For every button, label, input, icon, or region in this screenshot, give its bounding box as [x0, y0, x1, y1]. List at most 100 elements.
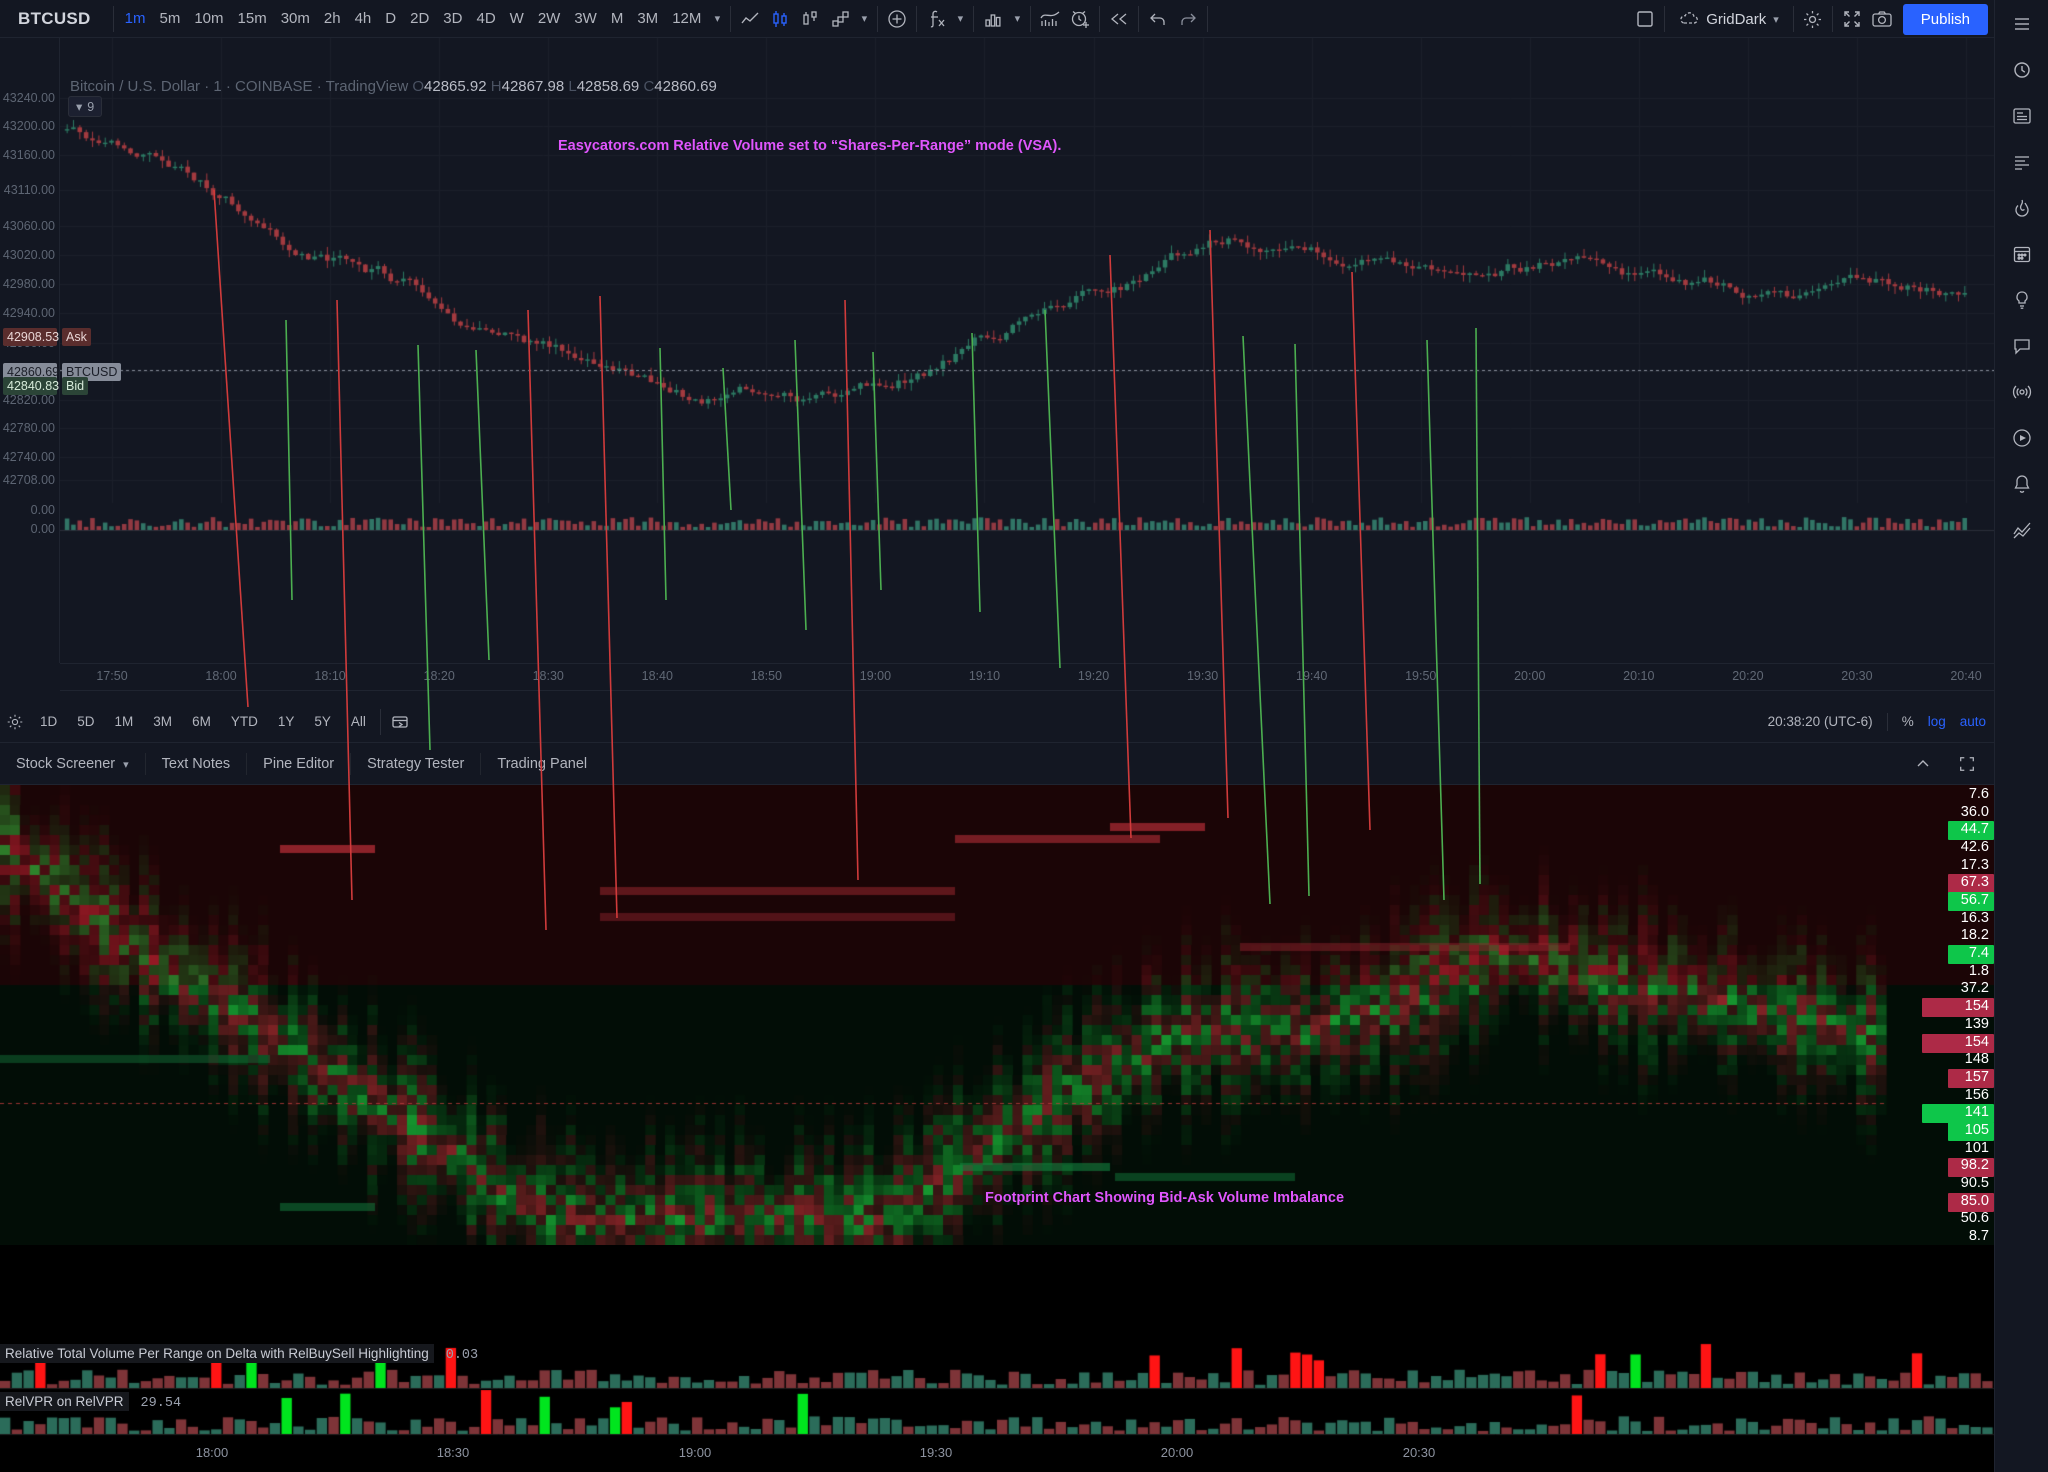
timeframe-15m[interactable]: 15m: [231, 6, 274, 31]
timeframe-2D[interactable]: 2D: [403, 6, 436, 31]
tab-text-notes[interactable]: Text Notes: [146, 750, 247, 778]
footprint-scale-value: 44.7: [1956, 820, 1994, 838]
notifications-icon[interactable]: [2000, 464, 2044, 504]
ideas-icon[interactable]: [2000, 280, 2044, 320]
candlestick-canvas[interactable]: [60, 38, 1994, 663]
range-3M[interactable]: 3M: [143, 710, 182, 733]
tab-pine-editor[interactable]: Pine Editor: [247, 750, 350, 778]
chevron-down-icon[interactable]: ▾: [1773, 13, 1779, 26]
chevron-down-icon[interactable]: ▾: [1008, 4, 1026, 34]
timeframe-D[interactable]: D: [378, 6, 403, 31]
footprint-scale-value: 8.7: [1964, 1227, 1994, 1245]
chevron-down-icon[interactable]: ▾: [708, 4, 726, 34]
hotlist-icon[interactable]: [2000, 188, 2044, 228]
timeframe-12M[interactable]: 12M: [665, 6, 708, 31]
line-chart-icon[interactable]: [735, 4, 765, 34]
relvpr-canvas[interactable]: [0, 1390, 1994, 1436]
time-axis[interactable]: 17:5018:0018:1018:2018:3018:4018:5019:00…: [60, 663, 1994, 691]
panel-fullscreen-icon[interactable]: [1952, 749, 1982, 779]
collapse-chevron-up-icon[interactable]: [1908, 749, 1938, 779]
price-chart-panel[interactable]: Bitcoin / U.S. Dollar · 1 · COINBASE · T…: [0, 38, 1994, 701]
legend-l-value: 42858.69: [577, 78, 640, 95]
symbol-button[interactable]: BTCUSD: [0, 9, 109, 29]
relvpr-pane[interactable]: RelVPR on RelVPR 29.54: [0, 1390, 1994, 1436]
news-icon[interactable]: [2000, 96, 2044, 136]
toolbar-divider: [1664, 6, 1665, 32]
timeframe-2W[interactable]: 2W: [531, 6, 568, 31]
timeframe-10m[interactable]: 10m: [187, 6, 230, 31]
time-tick: 20:10: [1623, 669, 1654, 683]
timeframe-1m[interactable]: 1m: [118, 6, 153, 31]
price-scale[interactable]: 43240.0043200.0043160.0043110.0043060.00…: [0, 38, 60, 663]
publish-button[interactable]: Publish: [1903, 4, 1988, 35]
price-tag-bid-value: 42840.83: [3, 377, 57, 395]
indicators-fx-icon[interactable]: [921, 4, 951, 34]
chart-settings-gear-icon[interactable]: [0, 707, 30, 737]
range-1Y[interactable]: 1Y: [268, 710, 305, 733]
gear-icon[interactable]: [1798, 4, 1828, 34]
alert-clock-icon[interactable]: [1065, 4, 1095, 34]
range-5D[interactable]: 5D: [67, 710, 104, 733]
range-6M[interactable]: 6M: [182, 710, 221, 733]
log-scale-button[interactable]: log: [1928, 714, 1946, 729]
footprint-price-scale[interactable]: 7.636.044.742.617.367.356.716.318.27.41.…: [1886, 785, 1994, 1342]
hollow-candle-icon[interactable]: [795, 4, 825, 34]
timeframe-2h[interactable]: 2h: [317, 6, 348, 31]
layout-template-button[interactable]: GridDark ▾: [1669, 11, 1789, 28]
go-to-date-icon[interactable]: [385, 707, 415, 737]
bar-chart-icon[interactable]: [978, 4, 1008, 34]
time-tick: 19:00: [860, 669, 891, 683]
timeframe-4h[interactable]: 4h: [348, 6, 379, 31]
timeframe-4D[interactable]: 4D: [469, 6, 502, 31]
range-All[interactable]: All: [341, 710, 376, 733]
timeframe-M[interactable]: M: [604, 6, 631, 31]
legend-collapse-badge[interactable]: ▾ 9: [68, 96, 102, 117]
data-window-icon[interactable]: [2000, 142, 2044, 182]
timeframe-3W[interactable]: 3W: [567, 6, 604, 31]
strategy-icon[interactable]: [1035, 4, 1065, 34]
replay-rewind-icon[interactable]: [1104, 4, 1134, 34]
time-tick: 19:50: [1405, 669, 1436, 683]
alerts-icon[interactable]: [2000, 50, 2044, 90]
time-tick: 20:30: [1841, 669, 1872, 683]
range-YTD[interactable]: YTD: [221, 710, 268, 733]
range-bar-right: 20:38:20 (UTC-6) % log auto: [1768, 713, 1986, 731]
fullscreen-icon[interactable]: [1837, 4, 1867, 34]
volume-tick: 0.00: [31, 503, 55, 517]
relvol-pane[interactable]: Relative Total Volume Per Range on Delta…: [0, 1342, 1994, 1390]
range-5Y[interactable]: 5Y: [304, 710, 341, 733]
percent-scale-button[interactable]: %: [1902, 714, 1914, 729]
timeframe-W[interactable]: W: [503, 6, 531, 31]
stream-icon[interactable]: [2000, 418, 2044, 458]
timeframe-3M[interactable]: 3M: [630, 6, 665, 31]
chevron-down-icon[interactable]: ▾: [951, 4, 969, 34]
bar-replay-step-icon[interactable]: [825, 4, 855, 34]
chat-icon[interactable]: [2000, 326, 2044, 366]
range-1D[interactable]: 1D: [30, 710, 67, 733]
auto-scale-button[interactable]: auto: [1960, 714, 1986, 729]
tab-strategy-tester[interactable]: Strategy Tester: [351, 750, 480, 778]
add-compare-icon[interactable]: [882, 4, 912, 34]
tab-stock-screener[interactable]: Stock Screener▾: [0, 750, 145, 778]
timeframe-3D[interactable]: 3D: [436, 6, 469, 31]
tab-trading-panel[interactable]: Trading Panel: [481, 750, 603, 778]
timeframe-30m[interactable]: 30m: [274, 6, 317, 31]
chevron-down-icon[interactable]: ▾: [123, 759, 129, 771]
footprint-canvas[interactable]: [0, 785, 1994, 1245]
chevron-down-icon[interactable]: ▾: [855, 4, 873, 34]
watchlist-icon[interactable]: [2000, 4, 2044, 44]
camera-icon[interactable]: [1867, 4, 1897, 34]
legend-o-label: O: [412, 78, 424, 95]
footprint-scale-row: 105: [1886, 1121, 1994, 1139]
timeframe-5m[interactable]: 5m: [152, 6, 187, 31]
footprint-panel[interactable]: Footprint Chart Showing Bid-Ask Volume I…: [0, 785, 1994, 1342]
redo-icon[interactable]: [1173, 4, 1203, 34]
broadcast-icon[interactable]: [2000, 372, 2044, 412]
bottom-time-axis[interactable]: 18:0018:3019:0019:3020:0020:30: [0, 1436, 1994, 1472]
layout-square-icon[interactable]: [1630, 4, 1660, 34]
undo-icon[interactable]: [1143, 4, 1173, 34]
range-1M[interactable]: 1M: [105, 710, 144, 733]
chart-pattern-icon[interactable]: [2000, 510, 2044, 550]
candlestick-icon[interactable]: [765, 4, 795, 34]
calendar-icon[interactable]: [2000, 234, 2044, 274]
